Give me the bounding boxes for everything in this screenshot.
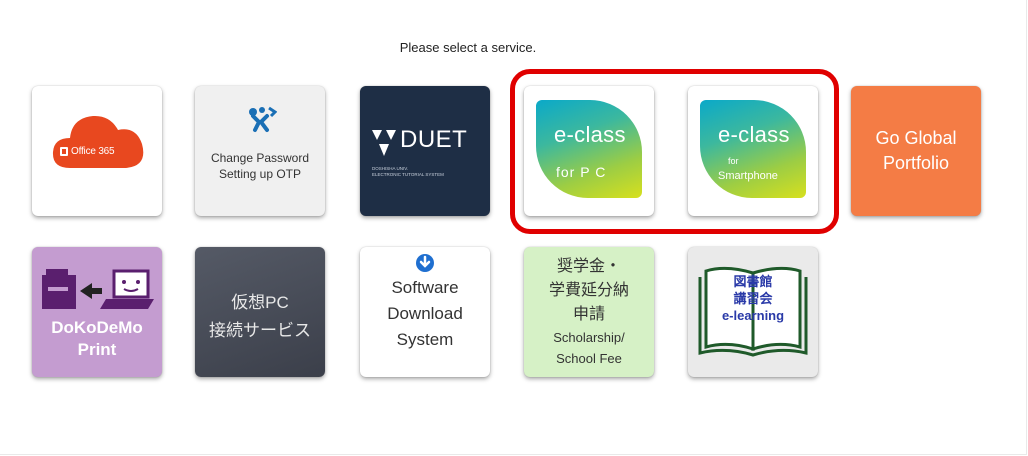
- go-global-tile[interactable]: Go Global Portfolio: [851, 86, 981, 216]
- library-elearning-tile[interactable]: 図書館 講習会 e-learning: [688, 247, 818, 377]
- change-password-text: Change Password Setting up OTP: [210, 151, 310, 181]
- scholarship-en-text: Scholarship/ School Fee: [553, 330, 625, 366]
- change-password-tile[interactable]: Change Password Setting up OTP: [195, 86, 325, 216]
- eclass-leaf-icon: e-class for P C: [536, 100, 642, 198]
- printer-laptop-icon: [42, 269, 154, 309]
- eclass-sp-for: for: [728, 156, 739, 166]
- dokodemo-text: DoKoDeMo Print: [51, 318, 143, 359]
- software-download-tile[interactable]: Software Download System: [360, 247, 490, 377]
- software-download-text: Software Download System: [387, 278, 463, 349]
- office-logo-icon: [60, 147, 68, 156]
- eclass-sp-title: e-class: [718, 122, 790, 147]
- eclass-pc-subtitle: for P C: [556, 164, 607, 180]
- eclass-sp-subtitle: Smartphone: [718, 170, 778, 182]
- eclass-pc-tile[interactable]: e-class for P C: [524, 86, 654, 216]
- password-otp-icon: [249, 106, 277, 132]
- dokodemo-print-tile[interactable]: DoKoDeMo Print: [32, 247, 162, 377]
- office365-tile[interactable]: Office 365: [32, 86, 162, 216]
- cloud-icon: [52, 115, 144, 168]
- page-prompt: Please select a service.: [399, 40, 537, 55]
- office365-label: Office 365: [60, 146, 115, 157]
- download-arrow-icon: [416, 254, 434, 272]
- page-frame: [0, 0, 1027, 455]
- eclass-pc-title: e-class: [554, 122, 626, 147]
- eclass-leaf-icon: e-class for Smartphone: [700, 100, 806, 198]
- duet-name: DUET: [400, 126, 468, 153]
- eclass-smartphone-tile[interactable]: e-class for Smartphone: [688, 86, 818, 216]
- library-text: 図書館 講習会 e-learning: [721, 274, 785, 323]
- duet-logo-icon: [372, 130, 396, 156]
- scholarship-tile[interactable]: 奨学金・ 学費延分納 申請 Scholarship/ School Fee: [524, 247, 654, 377]
- scholarship-jp-text: 奨学金・ 学費延分納 申請: [548, 258, 629, 323]
- duet-subtitle: DOSHISHA UNIV. ELECTRONIC TUTORIAL SYSTE…: [372, 166, 444, 177]
- virtual-pc-text: 仮想PC 接続サービス: [209, 293, 311, 340]
- duet-tile[interactable]: DUET DOSHISHA UNIV. ELECTRONIC TUTORIAL …: [360, 86, 490, 216]
- go-global-text: Go Global Portfolio: [875, 128, 957, 173]
- virtual-pc-tile[interactable]: 仮想PC 接続サービス: [195, 247, 325, 377]
